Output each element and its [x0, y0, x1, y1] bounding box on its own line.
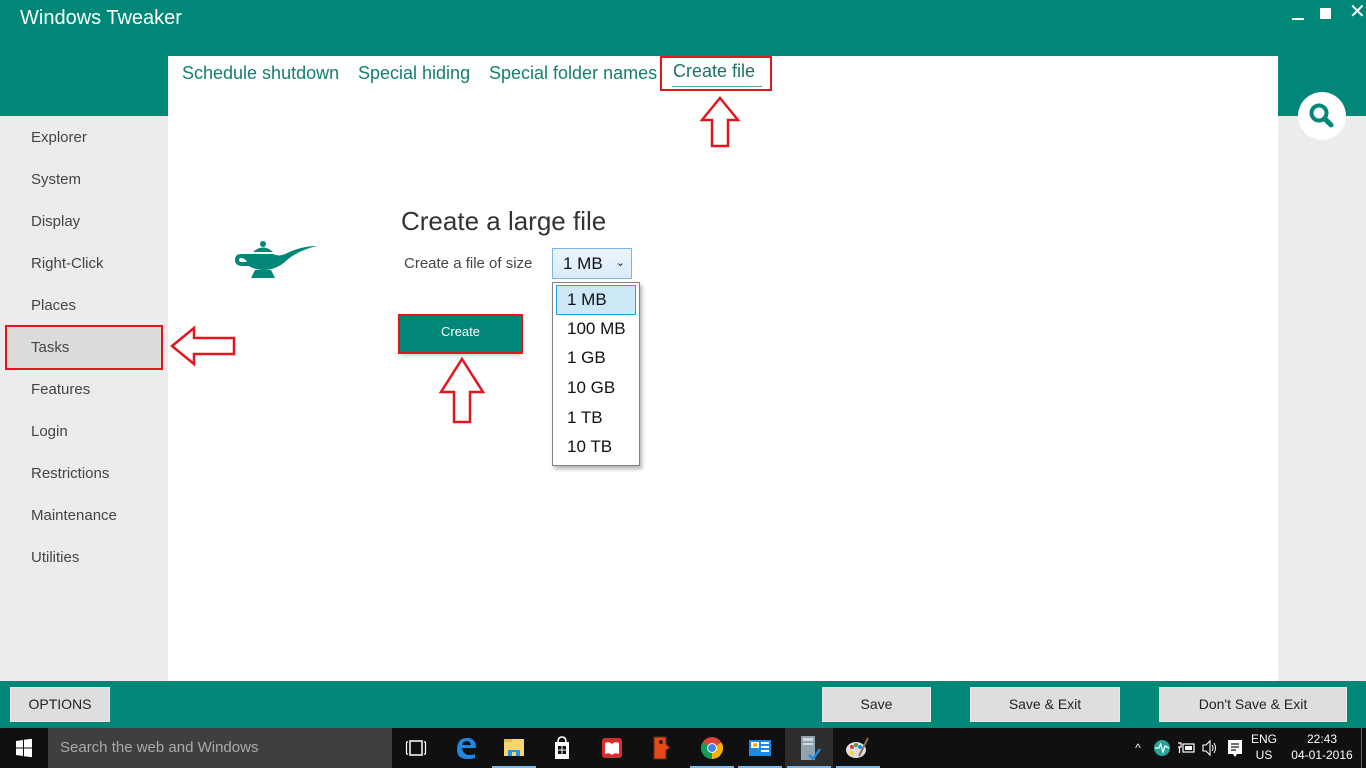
- tray-battery-icon[interactable]: [1176, 728, 1196, 768]
- taskbar-store[interactable]: [538, 728, 586, 768]
- language-code: ENG: [1250, 732, 1277, 746]
- store-icon: [555, 736, 569, 759]
- taskbar-windows-tweaker[interactable]: [785, 728, 833, 768]
- annotation-arrow-up-icon: [699, 96, 741, 148]
- close-button[interactable]: ✕: [1349, 2, 1366, 22]
- folder-icon: [504, 739, 524, 756]
- minimize-button[interactable]: [1292, 18, 1304, 20]
- tab-special-folder-names[interactable]: Special folder names: [489, 63, 657, 84]
- tab-schedule-shutdown[interactable]: Schedule shutdown: [182, 63, 339, 84]
- sidebar-item-explorer[interactable]: Explorer: [5, 117, 162, 159]
- genie-lamp-icon: [235, 241, 317, 278]
- clock-time: 22:43: [1306, 732, 1338, 746]
- sidebar-item-tasks[interactable]: Tasks: [5, 327, 162, 369]
- task-view-icon: [405, 740, 427, 756]
- search-icon: [1309, 103, 1334, 128]
- annotation-arrow-left-icon: [170, 325, 236, 367]
- taskbar-paint[interactable]: [834, 728, 882, 768]
- sidebar-item-restrictions[interactable]: Restrictions: [5, 453, 162, 495]
- active-tab-indicator: [672, 86, 762, 87]
- edge-icon: [457, 738, 476, 759]
- dropdown-option-1gb[interactable]: 1 GB: [556, 343, 636, 373]
- taskbar-edge[interactable]: [442, 728, 490, 768]
- save-button[interactable]: Save: [822, 687, 931, 722]
- taskbar-reader[interactable]: [588, 728, 636, 768]
- file-size-dropdown: 1 MB 100 MB 1 GB 10 GB 1 TB 10 TB: [552, 282, 640, 466]
- dont-save-exit-button[interactable]: Don't Save & Exit: [1159, 687, 1347, 722]
- windows-tweaker-icon: [801, 736, 822, 761]
- taskbar-file-explorer[interactable]: [490, 728, 538, 768]
- red-mascot-icon: [653, 736, 671, 760]
- tray-clock[interactable]: 22:43 04-01-2016: [1288, 728, 1356, 768]
- save-exit-button[interactable]: Save & Exit: [970, 687, 1120, 722]
- tray-language[interactable]: ENG US: [1250, 728, 1278, 768]
- tab-create-file[interactable]: Create file: [673, 61, 755, 82]
- file-size-value: 1 MB: [563, 254, 603, 273]
- start-button[interactable]: [0, 728, 48, 768]
- annotation-arrow-up-icon: [438, 356, 486, 424]
- dropdown-option-10tb[interactable]: 10 TB: [556, 432, 636, 462]
- page-heading: Create a large file: [401, 206, 607, 236]
- sidebar-item-display[interactable]: Display: [5, 201, 162, 243]
- sidebar-item-maintenance[interactable]: Maintenance: [5, 495, 162, 537]
- tray-notifications-icon[interactable]: [1224, 728, 1246, 768]
- chevron-down-icon: ⌄: [615, 257, 625, 269]
- paint-palette-icon: [846, 737, 869, 758]
- dropdown-option-100mb[interactable]: 100 MB: [556, 314, 636, 344]
- search-button[interactable]: [1298, 92, 1346, 140]
- taskbar-app-red[interactable]: [638, 728, 686, 768]
- taskbar-chrome[interactable]: [688, 728, 736, 768]
- chrome-icon: [701, 737, 723, 759]
- app-title: Windows Tweaker: [20, 7, 182, 29]
- tray-overflow-chevron-icon[interactable]: ^: [1130, 728, 1146, 768]
- windows-logo-icon: [16, 738, 32, 758]
- tab-special-hiding[interactable]: Special hiding: [358, 63, 470, 84]
- file-size-select[interactable]: 1 MB ⌄: [552, 248, 632, 279]
- maximize-button[interactable]: [1320, 8, 1331, 19]
- tray-network-monitor-icon[interactable]: [1152, 728, 1172, 768]
- reader-icon: [602, 738, 622, 758]
- tray-volume-icon[interactable]: [1200, 728, 1220, 768]
- sidebar-item-system[interactable]: System: [5, 159, 162, 201]
- dropdown-option-1mb[interactable]: 1 MB: [556, 285, 636, 315]
- control-panel-icon: [749, 740, 771, 756]
- dropdown-option-10gb[interactable]: 10 GB: [556, 373, 636, 403]
- file-size-label: Create a file of size: [404, 255, 533, 272]
- sidebar-item-login[interactable]: Login: [5, 411, 162, 453]
- show-desktop-button[interactable]: [1361, 728, 1362, 768]
- region-code: US: [1255, 748, 1273, 762]
- clock-date: 04-01-2016: [1291, 748, 1353, 762]
- options-button[interactable]: OPTIONS: [10, 687, 110, 722]
- right-panel: [1278, 116, 1366, 681]
- sidebar-item-right-click[interactable]: Right-Click: [5, 243, 162, 285]
- sidebar-item-utilities[interactable]: Utilities: [5, 537, 162, 579]
- taskbar-task-view[interactable]: [392, 728, 440, 768]
- taskbar-search-input[interactable]: Search the web and Windows: [48, 728, 392, 768]
- sidebar-item-features[interactable]: Features: [5, 369, 162, 411]
- taskbar-control-panel[interactable]: [736, 728, 784, 768]
- content-panel: [168, 56, 1278, 681]
- create-button[interactable]: Create: [400, 316, 521, 352]
- sidebar-item-places[interactable]: Places: [5, 285, 162, 327]
- dropdown-option-1tb[interactable]: 1 TB: [556, 403, 636, 433]
